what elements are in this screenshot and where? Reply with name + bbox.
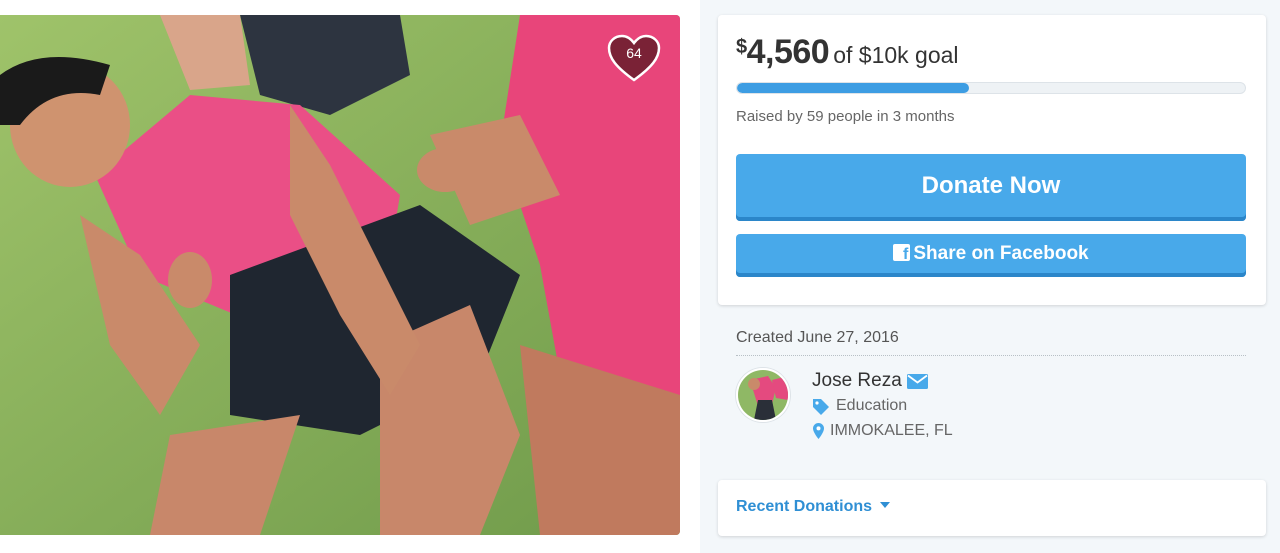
progress-bar <box>736 82 1246 94</box>
donate-now-button[interactable]: Donate Now <box>736 154 1246 221</box>
progress-fill <box>737 83 969 93</box>
mail-icon[interactable] <box>907 374 928 389</box>
created-date: Created June 27, 2016 <box>736 329 899 346</box>
currency-symbol: $ <box>736 36 747 58</box>
location-text: IMMOKALEE, FL <box>830 422 953 439</box>
category-link[interactable]: Education <box>836 397 907 415</box>
raised-by-text: Raised by 59 people in 3 months <box>736 108 955 125</box>
avatar[interactable] <box>736 368 790 422</box>
right-panel: $4,560 of $10k goal Raised by 59 people i… <box>700 0 1280 553</box>
recent-donations-card: Recent Donations <box>718 480 1266 536</box>
goal-text: of $10k goal <box>833 42 959 68</box>
raised-amount-value: 4,560 <box>746 33 830 71</box>
facebook-icon: f <box>893 244 911 263</box>
funding-card: $4,560 of $10k goal Raised by 59 people i… <box>718 15 1266 305</box>
amount-line: $4,560 of $10k goal <box>736 33 959 72</box>
heart-badge[interactable]: 64 <box>606 33 662 83</box>
divider <box>736 355 1246 356</box>
share-label: Share on Facebook <box>913 243 1089 264</box>
left-panel: 64 <box>0 0 700 553</box>
raised-amount: $4,560 <box>736 33 830 71</box>
recent-donations-toggle[interactable]: Recent Donations <box>736 498 891 516</box>
map-pin-icon <box>813 423 824 439</box>
organizer-name[interactable]: Jose Reza <box>812 370 902 392</box>
caret-down-icon <box>880 502 891 508</box>
campaign-photo <box>0 15 680 535</box>
facebook-glyph: f <box>903 246 909 263</box>
tag-icon <box>813 399 829 415</box>
heart-count: 64 <box>626 45 642 61</box>
share-on-facebook-button[interactable]: f Share on Facebook <box>736 234 1246 277</box>
recent-donations-label: Recent Donations <box>736 498 873 515</box>
